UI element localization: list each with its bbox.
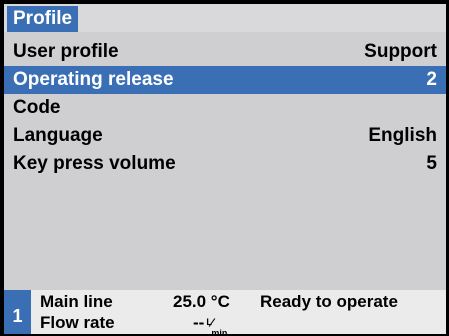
status-text: Ready to operate	[260, 292, 398, 311]
menu-item-label: Operating release	[13, 69, 174, 90]
flow-rate-label: Flow rate	[40, 313, 115, 332]
flow-rate-value: -- Lmin	[193, 313, 228, 334]
channel-indicator: 1	[4, 290, 31, 334]
menu-item-value: 5	[426, 153, 437, 174]
menu-item-value: Support	[364, 41, 437, 62]
flow-rate-number: --	[193, 313, 205, 332]
menu-item-label: Language	[13, 125, 103, 146]
menu-item-key-press-volume[interactable]: Key press volume 5	[4, 150, 446, 178]
menu-item-label: Key press volume	[13, 153, 176, 174]
title-bar: Profile	[4, 4, 446, 32]
page-title: Profile	[7, 6, 79, 32]
menu-item-value: 2	[426, 69, 437, 90]
menu-item-label: Code	[13, 97, 61, 118]
menu-item-operating-release[interactable]: Operating release 2	[4, 66, 446, 94]
menu-item-language[interactable]: Language English	[4, 122, 446, 150]
main-line-label: Main line	[40, 292, 113, 311]
menu-item-value: English	[368, 125, 437, 146]
device-screen: Profile User profile Support Operating r…	[4, 4, 446, 334]
menu-item-code[interactable]: Code	[4, 94, 446, 122]
menu-item-label: User profile	[13, 41, 119, 62]
menu-item-user-profile[interactable]: User profile Support	[4, 38, 446, 66]
flow-unit-icon: Lmin	[206, 317, 228, 334]
profile-menu: User profile Support Operating release 2…	[4, 38, 446, 178]
main-line-value: 25.0 °C	[173, 292, 230, 311]
status-bar: 1 Main line 25.0 °C Flow rate -- Lmin Rea…	[4, 290, 446, 334]
